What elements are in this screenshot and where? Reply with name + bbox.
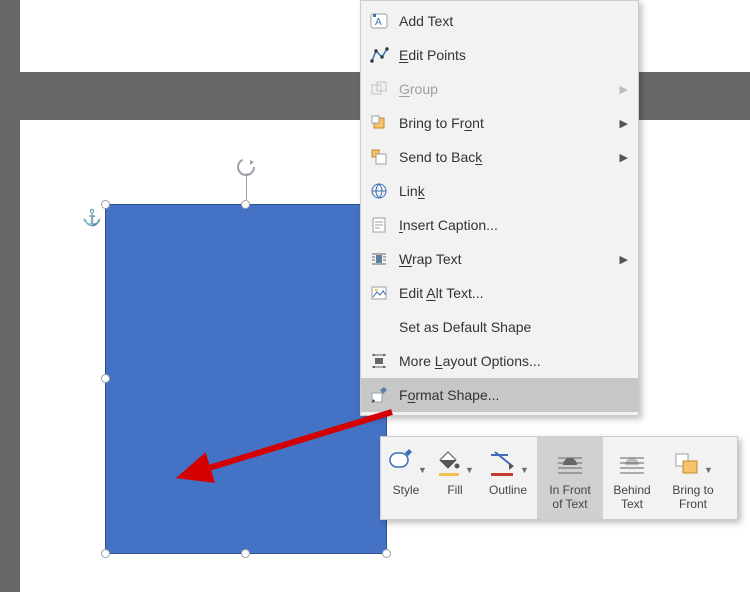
menu-item-label: More Layout Options... (399, 353, 541, 369)
resize-handle[interactable] (101, 549, 110, 558)
format-shape-icon (369, 385, 389, 405)
menu-item-wrap-text[interactable]: Wrap Text ▶ (361, 242, 638, 276)
mini-label: Behind Text (607, 483, 657, 511)
mini-label: Outline (483, 483, 533, 497)
resize-handle[interactable] (101, 374, 110, 383)
menu-item-label: Group (399, 81, 438, 97)
menu-item-edit-alt-text[interactable]: Edit Alt Text... (361, 276, 638, 310)
menu-item-label: Format Shape... (399, 387, 499, 403)
bring-to-front-icon (369, 113, 389, 133)
chevron-right-icon: ▶ (620, 151, 628, 164)
shape-context-menu: A Add Text Edit Points Group ▶ Bring to … (360, 0, 639, 416)
menu-item-label: Bring to Front (399, 115, 484, 131)
menu-item-bring-to-front[interactable]: Bring to Front ▶ (361, 106, 638, 140)
mini-in-front-of-text-button[interactable]: In Front of Text (537, 437, 603, 519)
mini-fill-button[interactable]: ▼ Fill (431, 437, 479, 519)
mini-bring-to-front-button[interactable]: ▼ Bring to Front (661, 437, 725, 519)
chevron-right-icon: ▶ (620, 83, 628, 96)
mini-behind-text-button[interactable]: Behind Text (603, 437, 661, 519)
resize-handle[interactable] (101, 200, 110, 209)
menu-item-label: Set as Default Shape (399, 319, 531, 335)
wrap-text-icon (369, 249, 389, 269)
resize-handle[interactable] (241, 200, 250, 209)
fill-icon: ▼ (435, 443, 475, 477)
menu-item-label: Link (399, 183, 425, 199)
menu-item-edit-points[interactable]: Edit Points (361, 38, 638, 72)
bring-front-icon: ▼ (665, 443, 721, 477)
add-text-icon: A (369, 11, 389, 31)
menu-item-link[interactable]: Link (361, 174, 638, 208)
menu-item-format-shape[interactable]: Format Shape... (361, 378, 638, 412)
menu-item-label: Insert Caption... (399, 217, 498, 233)
outline-icon: ▼ (483, 443, 533, 477)
chevron-right-icon: ▶ (620, 253, 628, 266)
chevron-right-icon: ▶ (620, 117, 628, 130)
menu-item-insert-caption[interactable]: Insert Caption... (361, 208, 638, 242)
mini-label: Style (385, 483, 427, 497)
mini-label: In Front of Text (541, 483, 599, 511)
mini-outline-button[interactable]: ▼ Outline (479, 437, 537, 519)
mini-style-button[interactable]: ▼ Style (381, 437, 431, 519)
resize-handle[interactable] (382, 549, 391, 558)
group-icon (369, 79, 389, 99)
menu-item-label: Edit Alt Text... (399, 285, 484, 301)
link-icon (369, 181, 389, 201)
svg-text:A: A (375, 17, 382, 28)
menu-item-send-to-back[interactable]: Send to Back ▶ (361, 140, 638, 174)
mini-label: Fill (435, 483, 475, 497)
rotate-handle-icon[interactable] (236, 157, 256, 177)
layout-icon (369, 351, 389, 371)
caption-icon (369, 215, 389, 235)
style-icon: ▼ (385, 443, 427, 477)
menu-item-label: Send to Back (399, 149, 482, 165)
edit-points-icon (369, 45, 389, 65)
behind-text-icon (607, 443, 657, 477)
anchor-icon: ⚓ (82, 208, 102, 228)
selected-rectangle-shape[interactable] (105, 204, 387, 554)
menu-item-label: Wrap Text (399, 251, 462, 267)
menu-item-label: Edit Points (399, 47, 466, 63)
rotate-stem (246, 173, 247, 200)
menu-item-add-text[interactable]: A Add Text (361, 4, 638, 38)
menu-item-group: Group ▶ (361, 72, 638, 106)
send-to-back-icon (369, 147, 389, 167)
menu-item-more-layout[interactable]: More Layout Options... (361, 344, 638, 378)
in-front-of-text-icon (541, 443, 599, 477)
mini-label: Bring to Front (665, 483, 721, 511)
menu-item-default-shape[interactable]: Set as Default Shape (361, 310, 638, 344)
menu-item-label: Add Text (399, 13, 453, 29)
alt-text-icon (369, 283, 389, 303)
shape-mini-toolbar: ▼ Style ▼ Fill ▼ Outline In Front of Tex… (380, 436, 738, 520)
resize-handle[interactable] (241, 549, 250, 558)
